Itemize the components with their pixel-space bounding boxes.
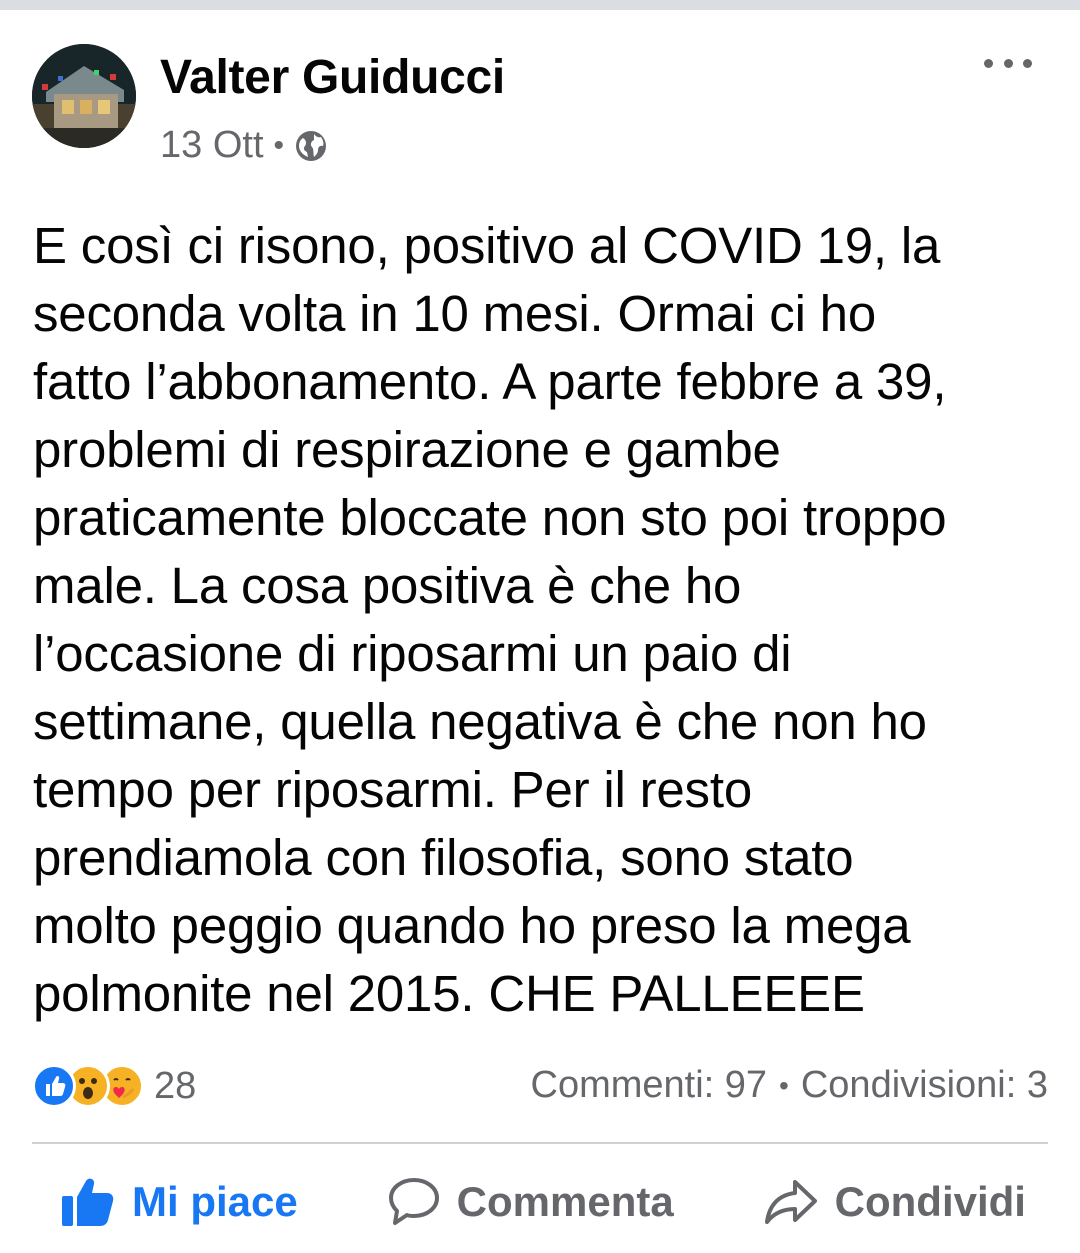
engagement-counts: Commenti: 97 • Condivisioni: 3 [531,1064,1049,1107]
post-date[interactable]: 13 Ott [160,124,264,167]
avatar[interactable] [32,44,136,148]
share-label: Condividi [834,1178,1026,1225]
more-dot [1023,58,1032,68]
comment-label: Commenta [456,1178,674,1225]
share-button[interactable]: Condividi [763,1170,1026,1234]
reactions-summary[interactable]: 28 [32,1064,196,1108]
post-body-text: E così ci risono, positivo al COVID 19, … [33,217,947,1022]
more-options-icon[interactable] [984,48,1032,78]
author-name[interactable]: Valter Guiducci [160,50,505,105]
more-dot [1003,58,1013,68]
comment-button[interactable]: Commenta [387,1170,674,1234]
comments-count[interactable]: Commenti: 97 [531,1064,768,1107]
counts-separator: • [779,1069,789,1101]
action-bar: Mi piace Commenta Condividi [32,1160,1048,1244]
post-stats: 28 Commenti: 97 • Condivisioni: 3 [32,1060,1048,1112]
like-label: Mi piace [132,1178,298,1225]
post-meta: 13 Ott • [160,124,328,167]
speech-bubble-icon [387,1176,441,1228]
actions-divider [32,1142,1048,1144]
thumbs-up-icon [60,1176,116,1228]
more-dot [984,58,993,68]
globe-icon [294,129,328,163]
top-divider-strip [0,0,1080,10]
reactions-count: 28 [154,1064,197,1107]
post-header: Valter Guiducci 13 Ott • [32,44,1048,166]
like-icon [32,1064,76,1108]
meta-separator: • [273,128,285,162]
shares-count[interactable]: Condivisioni: 3 [801,1064,1048,1107]
like-button[interactable]: Mi piace [60,1170,298,1234]
share-arrow-icon [763,1176,819,1228]
